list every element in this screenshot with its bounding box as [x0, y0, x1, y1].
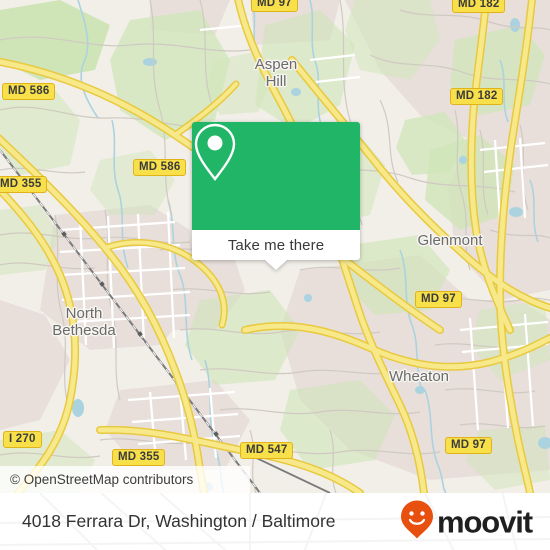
road-shield: MD 97	[251, 0, 298, 12]
popup-pin-panel[interactable]	[192, 122, 360, 230]
moovit-wordmark: moovit	[436, 504, 533, 539]
map-screenshot: Aspen Hill Glenmont North Bethesda Wheaton …	[0, 0, 550, 550]
road-shield: MD 182	[450, 88, 504, 105]
road-shield: MD 182	[452, 0, 506, 13]
road-shield: MD 355	[0, 176, 48, 193]
road-shield: MD 586	[2, 83, 56, 100]
take-me-there-button[interactable]: Take me there	[192, 230, 360, 260]
road-shield: MD 355	[112, 449, 166, 466]
take-me-there-label: Take me there	[227, 236, 325, 254]
moovit-smiley-pin-icon	[400, 499, 434, 544]
map-canvas[interactable]: Aspen Hill Glenmont North Bethesda Wheaton …	[0, 0, 550, 493]
popup-tail	[265, 260, 287, 270]
road-shield: MD 97	[445, 437, 492, 454]
osm-attribution-text: © OpenStreetMap contributors	[10, 472, 194, 487]
osm-attribution[interactable]: © OpenStreetMap contributors	[0, 466, 250, 493]
page-title: 4018 Ferrara Dr, Washington / Baltimore	[22, 511, 336, 531]
road-shield: I 270	[3, 431, 42, 448]
road-shield: MD 97	[415, 291, 462, 308]
moovit-logo[interactable]: moovit	[400, 499, 533, 544]
take-me-there-popup[interactable]: Take me there	[192, 122, 360, 270]
road-shield: MD 586	[133, 159, 187, 176]
road-shield: MD 547	[240, 442, 294, 459]
footer-bar: 4018 Ferrara Dr, Washington / Baltimore …	[0, 493, 550, 550]
